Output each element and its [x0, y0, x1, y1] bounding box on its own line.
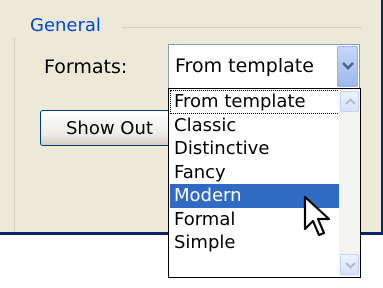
dropdown-scrollbar[interactable] [339, 89, 360, 277]
formats-label: Formats: [44, 56, 128, 78]
mouse-pointer-icon [303, 195, 331, 237]
scroll-up-arrow-icon [345, 98, 356, 105]
group-border-left [14, 38, 15, 233]
chevron-down-icon [342, 62, 354, 70]
scroll-down-button[interactable] [340, 254, 359, 275]
group-border-top [122, 27, 362, 28]
formats-dropdown-list[interactable]: From template Classic Distinctive Fancy … [168, 88, 361, 278]
dropdown-option-classic[interactable]: Classic [170, 114, 340, 138]
formats-combobox-value: From template [175, 55, 314, 77]
group-label-general: General [30, 15, 101, 36]
dropdown-option-from-template[interactable]: From template [170, 90, 340, 114]
show-outline-button-label: Show Out [66, 118, 153, 139]
scroll-up-button[interactable] [340, 91, 359, 112]
formats-combobox[interactable]: From template [168, 44, 360, 89]
scroll-down-arrow-icon [345, 262, 356, 269]
dropdown-option-fancy[interactable]: Fancy [170, 161, 340, 185]
combobox-dropdown-button[interactable] [337, 46, 358, 87]
dropdown-option-distinctive[interactable]: Distinctive [170, 137, 340, 161]
